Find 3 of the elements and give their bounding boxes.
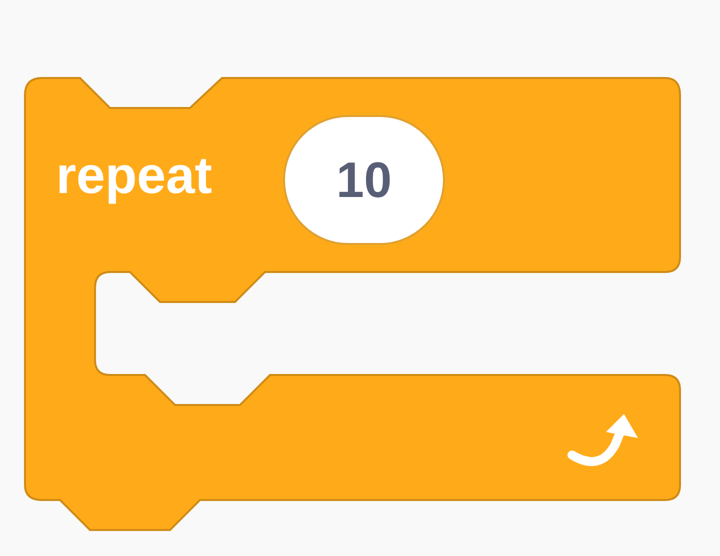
block-label: repeat: [56, 150, 212, 202]
loop-arrow-icon: [568, 414, 638, 466]
repeat-block[interactable]: [24, 77, 681, 531]
